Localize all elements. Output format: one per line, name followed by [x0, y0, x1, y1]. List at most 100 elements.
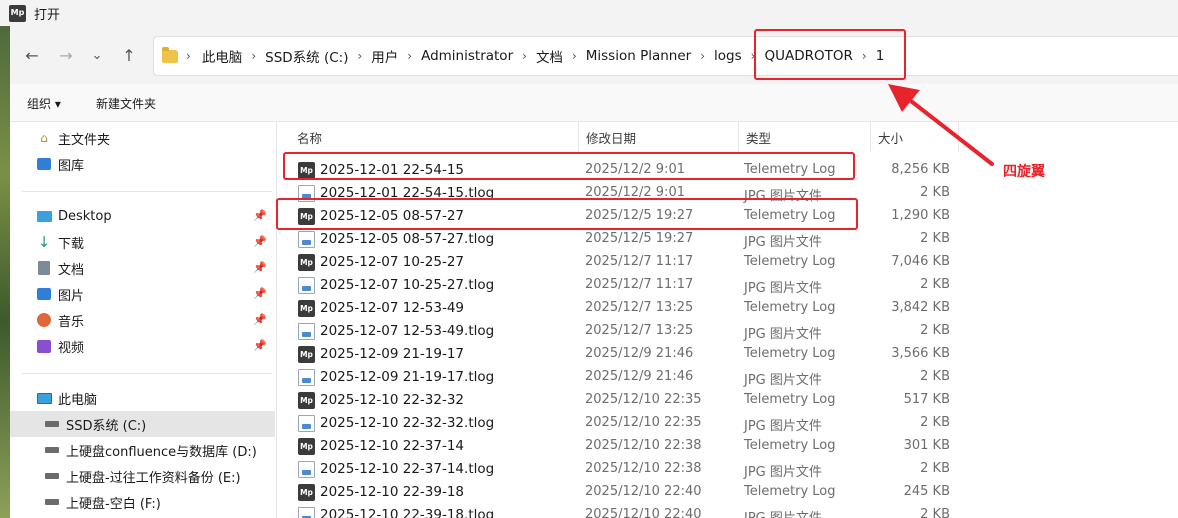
annotation-box-quadrotor: [754, 29, 906, 80]
file-size: 2 KB: [920, 323, 950, 338]
file-row[interactable]: 2025-12-07 12-53-49.tlog 2025/12/7 13:25 J…: [277, 320, 1178, 343]
telemetry-log-icon: Mp: [298, 254, 315, 271]
sidebar-item-music[interactable]: 音乐 📌: [10, 307, 275, 333]
file-row[interactable]: 2025-12-07 10-25-27.tlog 2025/12/7 11:17 J…: [277, 274, 1178, 297]
pin-icon[interactable]: 📌: [253, 209, 267, 222]
file-type: JPG 图片文件: [744, 235, 822, 250]
file-type: JPG 图片文件: [744, 419, 822, 434]
sidebar-item-label: 此电脑: [58, 392, 98, 408]
image-file-icon: [298, 415, 315, 432]
file-date: 2025/12/9 21:46: [585, 369, 694, 384]
file-type: Telemetry Log: [744, 438, 836, 453]
file-size: 301 KB: [903, 438, 950, 453]
column-header-date[interactable]: 修改日期: [578, 122, 738, 152]
file-type: JPG 图片文件: [744, 327, 822, 342]
breadcrumb-administrator[interactable]: Administrator: [418, 48, 516, 64]
file-name: 2025-12-10 22-37-14.tlog: [320, 461, 495, 477]
file-date: 2025/12/5 19:27: [585, 231, 694, 246]
column-header-name[interactable]: 名称 ^: [289, 122, 579, 152]
column-header-label: 修改日期: [586, 130, 637, 146]
sidebar-divider: [22, 373, 272, 374]
file-name: 2025-12-05 08-57-27.tlog: [320, 231, 495, 247]
title-bar: Mp 打开: [0, 0, 1178, 26]
address-bar[interactable]: › 此电脑 › SSD系统 (C:) › 用户 › Administrator …: [153, 36, 1178, 76]
annotation-box-file-1: [283, 152, 855, 180]
file-row[interactable]: 2025-12-09 21-19-17.tlog 2025/12/9 21:46 J…: [277, 366, 1178, 389]
sidebar-item-label: 下载: [58, 236, 85, 252]
file-row[interactable]: Mp 2025-12-07 10-25-27 2025/12/7 11:17 Tele…: [277, 251, 1178, 274]
column-header-label: 名称: [297, 130, 323, 146]
sidebar-item-f-drive[interactable]: 上硬盘-空白 (F:): [10, 489, 275, 515]
sidebar-item-pictures[interactable]: 图片 📌: [10, 281, 275, 307]
annotation-arrow-icon: [888, 84, 994, 166]
download-icon: ↓: [37, 232, 51, 251]
file-row[interactable]: 2025-12-05 08-57-27.tlog 2025/12/5 19:27 J…: [277, 228, 1178, 251]
telemetry-log-icon: Mp: [298, 300, 315, 317]
file-row[interactable]: 2025-12-10 22-32-32.tlog 2025/12/10 22:35…: [277, 412, 1178, 435]
sidebar-item-label: Desktop: [58, 208, 112, 224]
breadcrumb-mission-planner[interactable]: Mission Planner: [583, 48, 694, 64]
file-size: 2 KB: [920, 231, 950, 246]
breadcrumb-c-drive[interactable]: SSD系统 (C:): [262, 46, 351, 66]
file-list: 名称 ^ 修改日期 类型 大小 Mp 2025-12-01 22-54-15 202…: [277, 122, 1178, 518]
sidebar-item-gallery[interactable]: 图库: [10, 151, 275, 177]
file-row[interactable]: Mp 2025-12-10 22-39-18 2025/12/10 22:40 Tel…: [277, 481, 1178, 504]
file-row[interactable]: Mp 2025-12-07 12-53-49 2025/12/7 13:25 Tele…: [277, 297, 1178, 320]
sidebar-item-documents[interactable]: 文档 📌: [10, 255, 275, 281]
sidebar-item-videos[interactable]: 视频 📌: [10, 333, 275, 359]
sidebar-item-label: 主文件夹: [58, 132, 111, 148]
breadcrumb-logs[interactable]: logs: [711, 48, 745, 64]
file-type: Telemetry Log: [744, 300, 836, 315]
file-name: 2025-12-07 10-25-27.tlog: [320, 277, 495, 293]
up-button[interactable]: ↑: [117, 44, 141, 66]
home-icon: ⌂: [40, 131, 48, 145]
file-type: JPG 图片文件: [744, 281, 822, 296]
new-folder-button[interactable]: 新建文件夹: [96, 95, 156, 112]
sidebar-item-desktop[interactable]: Desktop 📌: [10, 203, 275, 229]
sidebar-item-d-drive[interactable]: 上硬盘confluence与数据库 (D:): [10, 437, 275, 463]
column-header-label: 类型: [746, 130, 772, 146]
file-type: JPG 图片文件: [744, 507, 822, 518]
breadcrumb-documents[interactable]: 文档: [533, 46, 566, 66]
file-row[interactable]: Mp 2025-12-10 22-37-14 2025/12/10 22:38 Tel…: [277, 435, 1178, 458]
pin-icon[interactable]: 📌: [253, 261, 267, 274]
file-row[interactable]: 2025-12-10 22-39-18.tlog 2025/12/10 22:40…: [277, 504, 1178, 518]
breadcrumb-this-pc[interactable]: 此电脑: [199, 46, 246, 66]
file-size: 2 KB: [920, 461, 950, 476]
chevron-right-icon: ›: [357, 49, 363, 63]
column-header-type[interactable]: 类型: [738, 122, 870, 152]
organize-button[interactable]: 组织 ▾: [27, 95, 61, 112]
back-button[interactable]: ←: [20, 44, 44, 66]
telemetry-log-icon: Mp: [298, 392, 315, 409]
telemetry-log-icon: Mp: [298, 484, 315, 501]
drive-icon: [44, 494, 60, 510]
file-row[interactable]: Mp 2025-12-09 21-19-17 2025/12/9 21:46 Tele…: [277, 343, 1178, 366]
file-name: 2025-12-07 12-53-49: [320, 300, 465, 316]
pin-icon[interactable]: 📌: [253, 339, 267, 352]
image-file-icon: [298, 461, 315, 478]
sidebar-item-label: 文档: [58, 262, 85, 278]
sidebar-item-c-drive[interactable]: SSD系统 (C:): [10, 411, 275, 437]
image-file-icon: [298, 231, 315, 248]
recent-locations-button[interactable]: ⌄: [85, 44, 109, 66]
pin-icon[interactable]: 📌: [253, 287, 267, 300]
gallery-icon: [36, 156, 52, 172]
breadcrumb-users[interactable]: 用户: [368, 46, 401, 66]
sidebar-item-label: 上硬盘-过往工作资料备份 (E:): [66, 470, 241, 486]
drive-icon: [44, 468, 60, 484]
sidebar-item-e-drive[interactable]: 上硬盘-过往工作资料备份 (E:): [10, 463, 275, 489]
file-size: 2 KB: [920, 369, 950, 384]
image-file-icon: [298, 323, 315, 340]
chevron-right-icon: ›: [522, 49, 527, 63]
file-date: 2025/12/7 11:17: [585, 277, 694, 292]
sidebar-item-home[interactable]: ⌂ 主文件夹: [10, 125, 275, 151]
file-row[interactable]: 2025-12-10 22-37-14.tlog 2025/12/10 22:38…: [277, 458, 1178, 481]
sidebar-item-label: 图片: [58, 288, 85, 304]
file-row[interactable]: Mp 2025-12-10 22-32-32 2025/12/10 22:35 Tel…: [277, 389, 1178, 412]
pin-icon[interactable]: 📌: [253, 235, 267, 248]
forward-button[interactable]: →: [54, 44, 78, 66]
pin-icon[interactable]: 📌: [253, 313, 267, 326]
file-type: Telemetry Log: [744, 484, 836, 499]
sidebar-item-downloads[interactable]: ↓ 下载 📌: [10, 229, 275, 255]
sidebar-item-this-pc[interactable]: 此电脑: [10, 385, 275, 411]
